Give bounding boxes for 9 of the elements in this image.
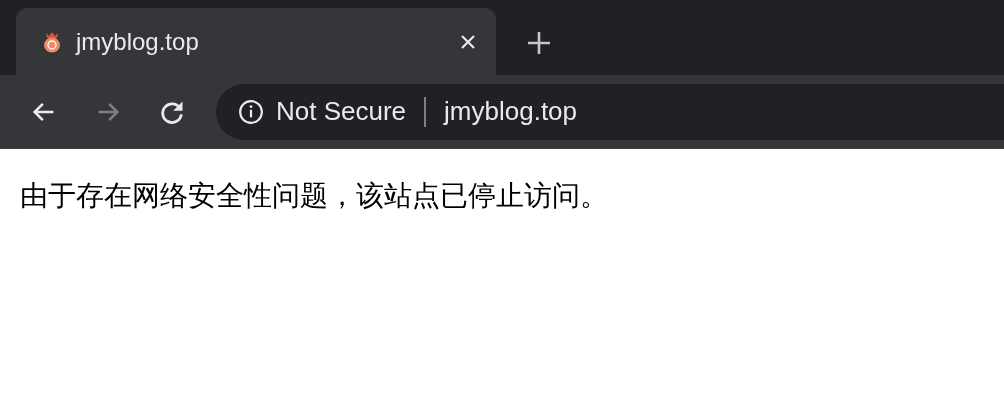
message-text: 由于存在网络安全性问题，该站点已停止访问。 xyxy=(20,178,609,214)
close-icon[interactable] xyxy=(460,33,476,50)
security-label: Not Secure xyxy=(276,96,407,127)
url-text: jmyblog.top xyxy=(444,96,578,127)
browser-tab[interactable]: jmyblog.top xyxy=(16,8,496,75)
info-icon[interactable] xyxy=(238,98,264,125)
new-tab-icon[interactable] xyxy=(527,31,551,55)
tab-title: jmyblog.top xyxy=(76,27,200,56)
address-bar[interactable]: Not Secure jmyblog.top xyxy=(216,83,1004,140)
